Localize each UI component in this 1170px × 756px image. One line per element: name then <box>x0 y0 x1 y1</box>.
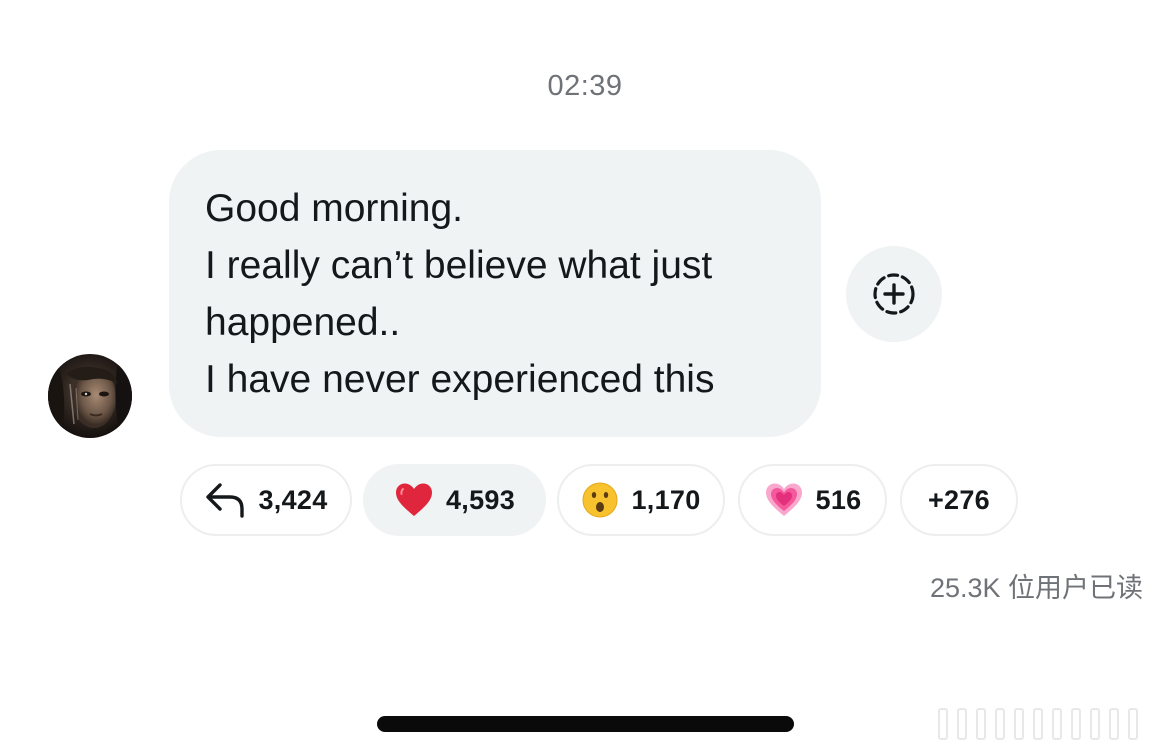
message-bubble[interactable]: Good morning. I really can’t believe wha… <box>169 150 821 437</box>
message-line-3: I have never experienced this <box>205 358 715 401</box>
reply-reaction-pill[interactable]: 3,424 <box>180 464 352 536</box>
heart-reaction-pill[interactable]: 4,593 <box>363 464 546 536</box>
add-reaction-icon <box>873 273 915 315</box>
surprised-count: 1,170 <box>631 484 701 515</box>
read-receipt: 25.3K 位用户已读 <box>929 573 1143 603</box>
pink-heart-count: 516 <box>815 484 862 515</box>
sender-avatar[interactable] <box>48 354 132 438</box>
message-line-2: I really can’t believe what just happene… <box>205 244 713 344</box>
chat-screen: 02:39 Good morning. I really can’t belie… <box>0 0 1170 756</box>
pink-heart-reaction-pill[interactable]: 516 <box>738 464 887 536</box>
more-reactions-pill[interactable]: +276 <box>900 464 1018 536</box>
home-indicator[interactable] <box>377 716 794 732</box>
message-timestamp: 02:39 <box>547 70 623 102</box>
heart-count: 4,593 <box>445 484 516 515</box>
more-reactions-count: +276 <box>927 484 991 515</box>
add-reaction-button[interactable] <box>846 246 942 342</box>
red-heart-icon <box>394 482 434 518</box>
message-line-1: Good morning. <box>205 187 463 230</box>
reply-arrow-icon <box>204 481 246 519</box>
watermark <box>938 708 1164 744</box>
surprised-reaction-pill[interactable]: 1,170 <box>557 464 725 536</box>
avatar-photo-icon <box>48 354 132 438</box>
surprised-face-icon <box>581 481 619 519</box>
growing-heart-icon <box>764 482 804 518</box>
reply-count: 3,424 <box>258 484 328 515</box>
